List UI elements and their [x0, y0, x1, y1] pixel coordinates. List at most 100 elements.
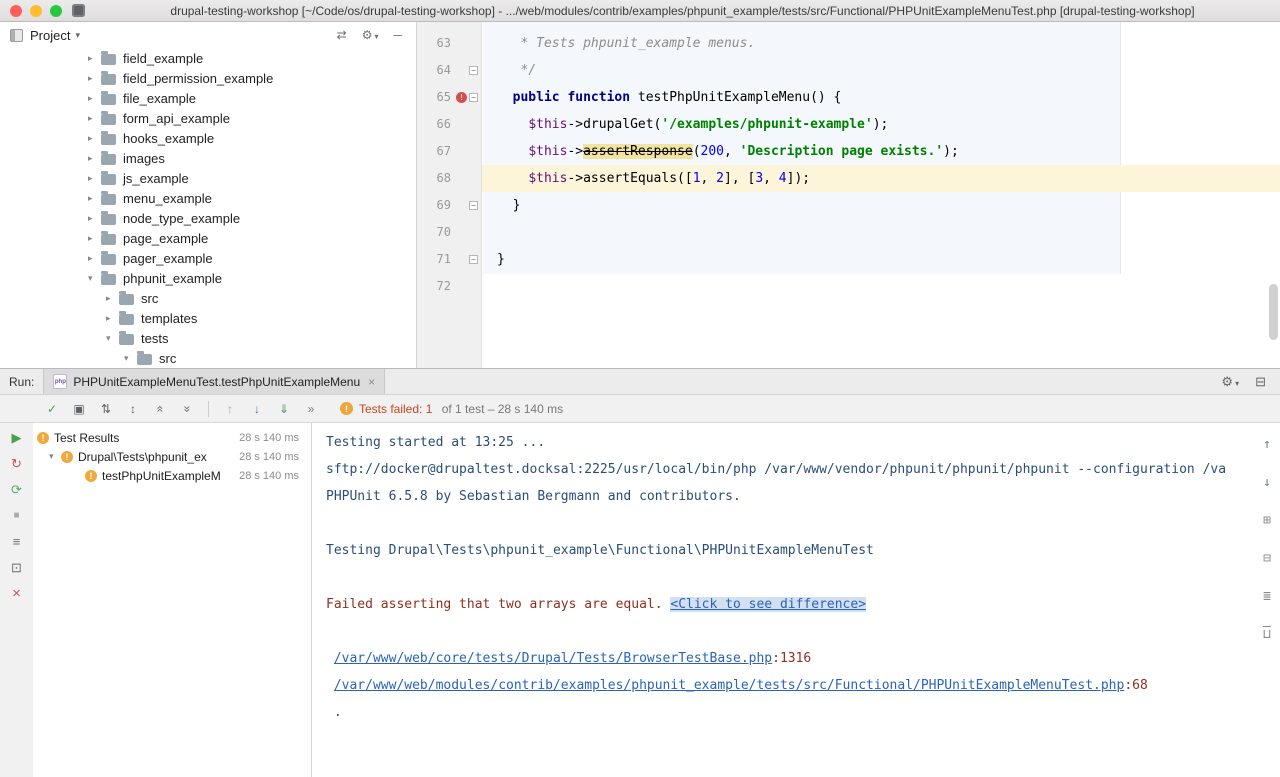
soft-wrap-icon[interactable]: ⊞ — [1260, 507, 1274, 534]
test-duration: 28 s 140 ms — [239, 470, 311, 482]
chevron-down-icon[interactable]: ▾ — [124, 353, 137, 364]
project-tree-item[interactable]: ▸src — [0, 288, 416, 308]
fold-icon[interactable]: − — [469, 93, 478, 102]
gutter-markers: − — [451, 57, 482, 84]
collapse-all-icon[interactable]: » — [179, 402, 195, 416]
code-area[interactable]: 63 * Tests phpunit_example menus.64− */6… — [417, 22, 1280, 300]
code-line: 67 $this->assertResponse(200, 'Descripti… — [417, 138, 1280, 165]
project-tree-item[interactable]: ▸page_example — [0, 228, 416, 248]
previous-failed-test-icon[interactable]: ↑ — [222, 402, 238, 416]
gutter-markers — [451, 138, 482, 165]
run-label: Run: — [0, 375, 43, 389]
chevron-down-icon[interactable]: ▾ — [106, 333, 119, 344]
print-icon[interactable]: ≣ — [1260, 583, 1274, 610]
hide-panel-icon[interactable]: ─ — [393, 28, 402, 42]
chevron-right-icon[interactable]: ▸ — [88, 73, 101, 84]
run-tab[interactable]: php PHPUnitExampleMenuTest.testPhpUnitEx… — [43, 369, 385, 394]
console-view-icon[interactable]: ▣ — [71, 402, 87, 416]
gear-icon[interactable]: ⚙▾ — [1221, 374, 1239, 390]
fold-icon[interactable]: − — [469, 201, 478, 210]
rerun-failed-tests-icon[interactable]: ↻ — [9, 456, 25, 471]
window-minimize-button[interactable] — [30, 5, 42, 17]
project-tree-item[interactable]: ▸pager_example — [0, 248, 416, 268]
code-line: 71−} — [417, 246, 1280, 273]
test-failed-icon[interactable]: ! — [456, 92, 467, 103]
project-tree-item[interactable]: ▾phpunit_example — [0, 268, 416, 288]
project-tree-item[interactable]: ▸templates — [0, 308, 416, 328]
chevron-right-icon[interactable]: ▸ — [88, 253, 101, 264]
test-tree-item[interactable]: ▾!Drupal\Tests\phpunit_ex28 s 140 ms — [33, 447, 311, 466]
fold-icon[interactable]: − — [469, 66, 478, 75]
console-line — [326, 618, 1246, 645]
test-tree-item[interactable]: !testPhpUnitExampleM28 s 140 ms — [33, 466, 311, 485]
folder-name: hooks_example — [123, 131, 214, 146]
hide-passed-icon[interactable]: ✓ — [44, 402, 60, 416]
code-text: $this->drupalGet('/examples/phpunit-exam… — [482, 111, 1280, 138]
project-tree-item[interactable]: ▸menu_example — [0, 188, 416, 208]
editor[interactable]: 63 * Tests phpunit_example menus.64− */6… — [417, 22, 1280, 368]
toggle-auto-test-icon[interactable]: ⟳ — [9, 482, 25, 497]
chevron-right-icon[interactable]: ▸ — [88, 53, 101, 64]
folder-icon — [101, 194, 116, 205]
test-tree-item[interactable]: !Test Results28 s 140 ms — [33, 428, 311, 447]
test-history-icon[interactable]: ≡ — [9, 534, 25, 549]
close-icon[interactable]: × — [368, 375, 375, 389]
line-number: 67 — [417, 138, 451, 165]
sort-by-duration-icon[interactable]: ⇅ — [98, 402, 114, 416]
project-tree-item[interactable]: ▸file_example — [0, 88, 416, 108]
stop-icon[interactable]: ■ — [9, 508, 25, 523]
project-tree-item[interactable]: ▸form_api_example — [0, 108, 416, 128]
project-tree-item[interactable]: ▸node_type_example — [0, 208, 416, 228]
import-test-results-icon[interactable]: ⇓ — [276, 402, 292, 416]
scroll-to-end-icon[interactable]: ⊟ — [1260, 545, 1274, 572]
clear-all-icon[interactable]: ⊔ — [1260, 621, 1274, 648]
expand-all-icon[interactable]: « — [152, 402, 168, 416]
project-tree-item[interactable]: ▸js_example — [0, 168, 416, 188]
rerun-test-icon[interactable]: ▶ — [9, 430, 25, 445]
window-close-button[interactable] — [10, 5, 22, 17]
console-link[interactable]: /var/www/web/core/tests/Drupal/Tests/Bro… — [334, 651, 772, 666]
more-actions-icon[interactable]: » — [303, 402, 319, 416]
hide-panel-icon[interactable]: ⊟ — [1255, 374, 1266, 390]
project-tree-item[interactable]: ▸field_example — [0, 48, 416, 68]
chevron-right-icon[interactable]: ▸ — [88, 113, 101, 124]
gutter-cell: 70 — [417, 219, 482, 246]
next-failed-test-icon[interactable]: ↓ — [249, 402, 265, 416]
chevron-down-icon[interactable]: ▾ — [88, 273, 101, 284]
sort-alphabetically-icon[interactable]: ↕ — [125, 402, 141, 416]
editor-scrollbar[interactable] — [1269, 284, 1278, 340]
chevron-down-icon[interactable]: ▾ — [75, 30, 80, 41]
project-panel-title[interactable]: Project — [30, 28, 70, 43]
up-the-stack-trace-icon[interactable]: ↑ — [1260, 431, 1274, 458]
chevron-right-icon[interactable]: ▸ — [106, 293, 119, 304]
console-link[interactable]: <Click to see difference> — [670, 597, 866, 612]
export-test-results-icon[interactable]: ⊡ — [9, 560, 25, 575]
chevron-right-icon[interactable]: ▸ — [106, 313, 119, 324]
window-zoom-button[interactable] — [50, 5, 62, 17]
project-tree-item[interactable]: ▸field_permission_example — [0, 68, 416, 88]
gutter-markers: !− — [451, 84, 482, 111]
folder-icon — [101, 174, 116, 185]
project-tree-item[interactable]: ▾src — [0, 348, 416, 368]
run-tab-label: PHPUnitExampleMenuTest.testPhpUnitExampl… — [73, 375, 360, 389]
chevron-right-icon[interactable]: ▸ — [88, 193, 101, 204]
project-tree-item[interactable]: ▸ hooks_example — [0, 128, 416, 148]
chevron-right-icon[interactable]: ▸ — [88, 133, 101, 144]
select-opened-file-icon[interactable]: ⇄ — [337, 28, 347, 42]
close-icon[interactable]: × — [9, 586, 25, 601]
gutter-cell: 71− — [417, 246, 482, 273]
chevron-right-icon[interactable]: ▸ — [88, 153, 101, 164]
chevron-right-icon[interactable]: ▸ — [88, 233, 101, 244]
project-tree-item[interactable]: ▸images — [0, 148, 416, 168]
down-the-stack-trace-icon[interactable]: ↓ — [1260, 469, 1274, 496]
project-tree-item[interactable]: ▾tests — [0, 328, 416, 348]
chevron-right-icon[interactable]: ▸ — [88, 93, 101, 104]
console-link[interactable]: /var/www/web/modules/contrib/examples/ph… — [334, 678, 1125, 693]
chevron-down-icon[interactable]: ▾ — [49, 451, 61, 462]
console-output[interactable]: Testing started at 13:25 ...sftp://docke… — [312, 423, 1280, 777]
gear-icon[interactable]: ⚙▾ — [362, 28, 379, 42]
fold-icon[interactable]: − — [469, 255, 478, 264]
chevron-right-icon[interactable]: ▸ — [88, 213, 101, 224]
chevron-right-icon[interactable]: ▸ — [88, 173, 101, 184]
console-line: PHPUnit 6.5.8 by Sebastian Bergmann and … — [326, 483, 1246, 510]
